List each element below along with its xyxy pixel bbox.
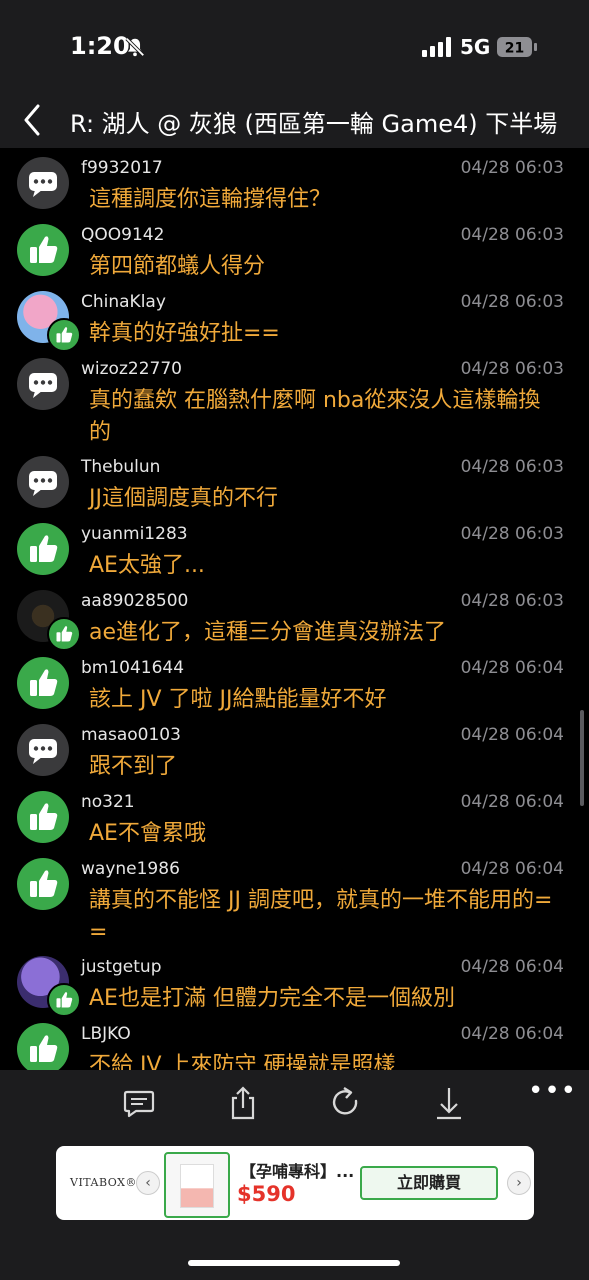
nav-header: R: 湖人 @ 灰狼 (西區第一輪 Game4) 下半場 [0, 92, 589, 148]
battery-level: 21 [505, 41, 524, 57]
comment-icon [17, 456, 69, 508]
thumbs-up-badge-icon [47, 617, 81, 651]
comment-icon [17, 358, 69, 410]
scrollbar-thumb[interactable] [580, 710, 584, 806]
comment-username[interactable]: bm1041644 [81, 658, 184, 678]
thumbs-up-badge-icon [47, 983, 81, 1017]
ad-product-image[interactable] [164, 1152, 230, 1218]
comment-username[interactable]: wizoz22770 [81, 359, 182, 379]
comment-username[interactable]: wayne1986 [81, 859, 180, 879]
comment-icon [17, 724, 69, 776]
comment-text: 幹真的好強好扯== [89, 321, 280, 346]
comment-text: JJ這個調度真的不行 [89, 486, 278, 511]
home-indicator[interactable] [188, 1260, 400, 1266]
battery-icon: 21 [497, 37, 537, 57]
thumbs-up-badge-icon [47, 318, 81, 352]
comment-date: 04/28 06:03 [460, 225, 564, 245]
network-type: 5G [460, 35, 491, 59]
comment-date: 04/28 06:03 [460, 158, 564, 178]
download-icon[interactable] [430, 1084, 468, 1122]
comment-text: 講真的不能怪 JJ 調度吧，就真的一堆不能用的= = [89, 888, 553, 945]
ad-area: VITABOX® ‹ 【孕哺專科】... $590 立即購買 › [0, 1138, 589, 1280]
refresh-icon[interactable] [327, 1084, 365, 1122]
bottom-toolbar: ••• [0, 1070, 589, 1138]
status-time: 1:20 [70, 32, 130, 60]
comment-date: 04/28 06:03 [460, 524, 564, 544]
ad-next-button[interactable]: › [507, 1171, 531, 1195]
comment-username[interactable]: justgetup [81, 957, 162, 977]
comment-icon[interactable] [120, 1084, 158, 1122]
comment-date: 04/28 06:03 [460, 359, 564, 379]
back-arrow-icon[interactable] [18, 102, 48, 138]
share-icon[interactable] [224, 1084, 262, 1122]
status-bar: 1:20 5G 21 [0, 0, 589, 92]
comment-date: 04/28 06:04 [460, 792, 564, 812]
ad-banner[interactable]: VITABOX® ‹ 【孕哺專科】... $590 立即購買 › [56, 1146, 534, 1220]
ad-price: $590 [237, 1182, 296, 1206]
comment-text: AE太強了... [89, 553, 205, 578]
thumbs-up-icon [17, 657, 69, 709]
comment-date: 04/28 06:04 [460, 1024, 564, 1044]
more-options-button[interactable]: ••• [528, 1076, 577, 1106]
comment-username[interactable]: no321 [81, 792, 135, 812]
comment-username[interactable]: QOO9142 [81, 225, 164, 245]
thumbs-up-icon [17, 791, 69, 843]
thumbs-up-icon [17, 224, 69, 276]
comment-date: 04/28 06:04 [460, 658, 564, 678]
buy-now-button[interactable]: 立即購買 [360, 1166, 498, 1200]
cellular-signal-icon [422, 37, 451, 57]
comment-text: ae進化了，這種三分會進真沒辦法了 [89, 620, 447, 645]
comment-username[interactable]: masao0103 [81, 725, 181, 745]
comment-date: 04/28 06:04 [460, 725, 564, 745]
comment-date: 04/28 06:04 [460, 859, 564, 879]
comment-username[interactable]: LBJKO [81, 1024, 131, 1044]
ad-title: 【孕哺專科】... [240, 1162, 355, 1181]
comment-username[interactable]: Thebulun [81, 457, 160, 477]
comment-text: 真的蠢欸 在腦熱什麼啊 nba從來沒人這樣輪換的 [89, 388, 541, 445]
comment-date: 04/28 06:03 [460, 591, 564, 611]
comment-text: AE不會累哦 [89, 821, 206, 846]
ad-brand-logo: VITABOX® [70, 1176, 137, 1189]
comment-text: 這種調度你這輪撐得住？ [89, 187, 332, 212]
bell-off-icon [125, 37, 145, 57]
page-title: R: 湖人 @ 灰狼 (西區第一輪 Game4) 下半場 [70, 110, 558, 138]
comment-date: 04/28 06:03 [460, 457, 564, 477]
comment-list[interactable]: f9932017 04/28 06:03 這種調度你這輪撐得住？ QOO9142… [0, 148, 589, 1070]
comment-username[interactable]: ChinaKlay [81, 292, 166, 312]
comment-date: 04/28 06:03 [460, 292, 564, 312]
comment-date: 04/28 06:04 [460, 957, 564, 977]
thumbs-up-icon [17, 523, 69, 575]
comment-username[interactable]: yuanmi1283 [81, 524, 188, 544]
comment-text: 第四節都蟻人得分 [89, 254, 266, 279]
thumbs-up-icon [17, 858, 69, 910]
comment-text: 該上 JV 了啦 JJ給點能量好不好 [89, 687, 387, 712]
comment-username[interactable]: f9932017 [81, 158, 163, 178]
comment-text: AE也是打滿 但體力完全不是一個級別 [89, 986, 455, 1011]
comment-username[interactable]: aa89028500 [81, 591, 188, 611]
ad-prev-button[interactable]: ‹ [136, 1171, 160, 1195]
comment-icon [17, 157, 69, 209]
comment-text: 不給 JV 上來防守 硬操就是照樣 [89, 1053, 396, 1070]
thumbs-up-icon [17, 1023, 69, 1070]
comment-text: 跟不到了 [89, 754, 178, 779]
